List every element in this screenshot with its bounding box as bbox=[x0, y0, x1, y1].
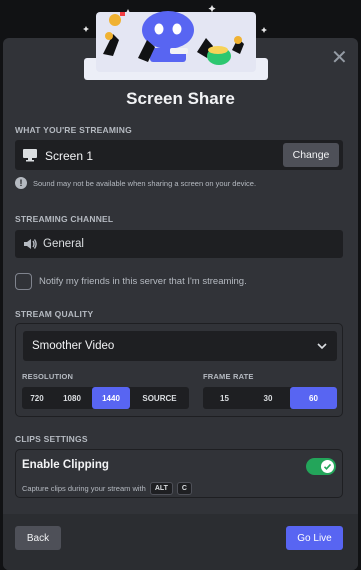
clips-settings-panel: Enable Clipping Capture clips during you… bbox=[15, 449, 343, 498]
resolution-option-1440[interactable]: 1440 bbox=[92, 387, 130, 409]
resolution-label: Resolution bbox=[22, 372, 74, 381]
stream-quality-panel: Smoother Video Resolution 720 1080 1440 … bbox=[15, 323, 343, 417]
stream-quality-label: Stream Quality bbox=[15, 309, 94, 319]
frame-rate-option-60[interactable]: 60 bbox=[290, 387, 337, 409]
notify-friends-label: Notify my friends in this server that I'… bbox=[39, 276, 247, 287]
frame-rate-selector: 15 30 60 bbox=[203, 387, 337, 409]
resolution-option-1080[interactable]: 1080 bbox=[52, 387, 92, 409]
resolution-option-source[interactable]: Source bbox=[130, 387, 189, 409]
frame-rate-option-15[interactable]: 15 bbox=[203, 387, 246, 409]
frame-rate-option-30[interactable]: 30 bbox=[246, 387, 290, 409]
clips-settings-label: Clips Settings bbox=[15, 434, 88, 444]
enable-clipping-title: Enable Clipping bbox=[22, 459, 109, 471]
keybind-alt: ALT bbox=[149, 482, 173, 495]
streaming-channel-field: General bbox=[15, 230, 343, 258]
frame-rate-label: Frame Rate bbox=[203, 372, 254, 381]
streaming-source-label: What you're streaming bbox=[15, 125, 132, 135]
modal-title: Screen Share bbox=[126, 89, 235, 108]
resolution-selector: 720 1080 1440 Source bbox=[22, 387, 189, 409]
stream-quality-value: Smoother Video bbox=[32, 340, 115, 352]
enable-clipping-toggle[interactable] bbox=[306, 458, 336, 475]
streaming-source-name: Screen 1 bbox=[45, 149, 94, 163]
back-button[interactable]: Back bbox=[15, 526, 61, 550]
audio-warning: ! Sound may not be available when sharin… bbox=[15, 177, 256, 189]
streaming-channel-label: Streaming Channel bbox=[15, 214, 114, 224]
clipping-description-text: Capture clips during your stream with bbox=[22, 484, 146, 493]
streaming-source-field: Screen 1 Change bbox=[15, 140, 343, 170]
chevron-down-icon bbox=[317, 343, 327, 350]
resolution-option-720[interactable]: 720 bbox=[22, 387, 52, 409]
keybind-c: C bbox=[176, 482, 192, 495]
audio-warning-text: Sound may not be available when sharing … bbox=[33, 178, 257, 188]
checkmark-icon bbox=[321, 460, 334, 473]
clipping-description: Capture clips during your stream with AL… bbox=[22, 482, 192, 495]
change-source-button[interactable]: Change bbox=[283, 143, 339, 167]
close-icon[interactable]: ✕ bbox=[331, 48, 348, 68]
warning-icon: ! bbox=[15, 177, 27, 189]
go-live-button[interactable]: Go Live bbox=[286, 526, 343, 550]
notify-friends-checkbox[interactable] bbox=[15, 273, 32, 290]
speaker-icon bbox=[24, 239, 37, 249]
notify-friends-row[interactable]: Notify my friends in this server that I'… bbox=[15, 273, 247, 290]
streaming-channel-name: General bbox=[43, 238, 84, 250]
monitor-icon bbox=[23, 149, 37, 162]
stream-quality-select[interactable]: Smoother Video bbox=[23, 331, 337, 361]
